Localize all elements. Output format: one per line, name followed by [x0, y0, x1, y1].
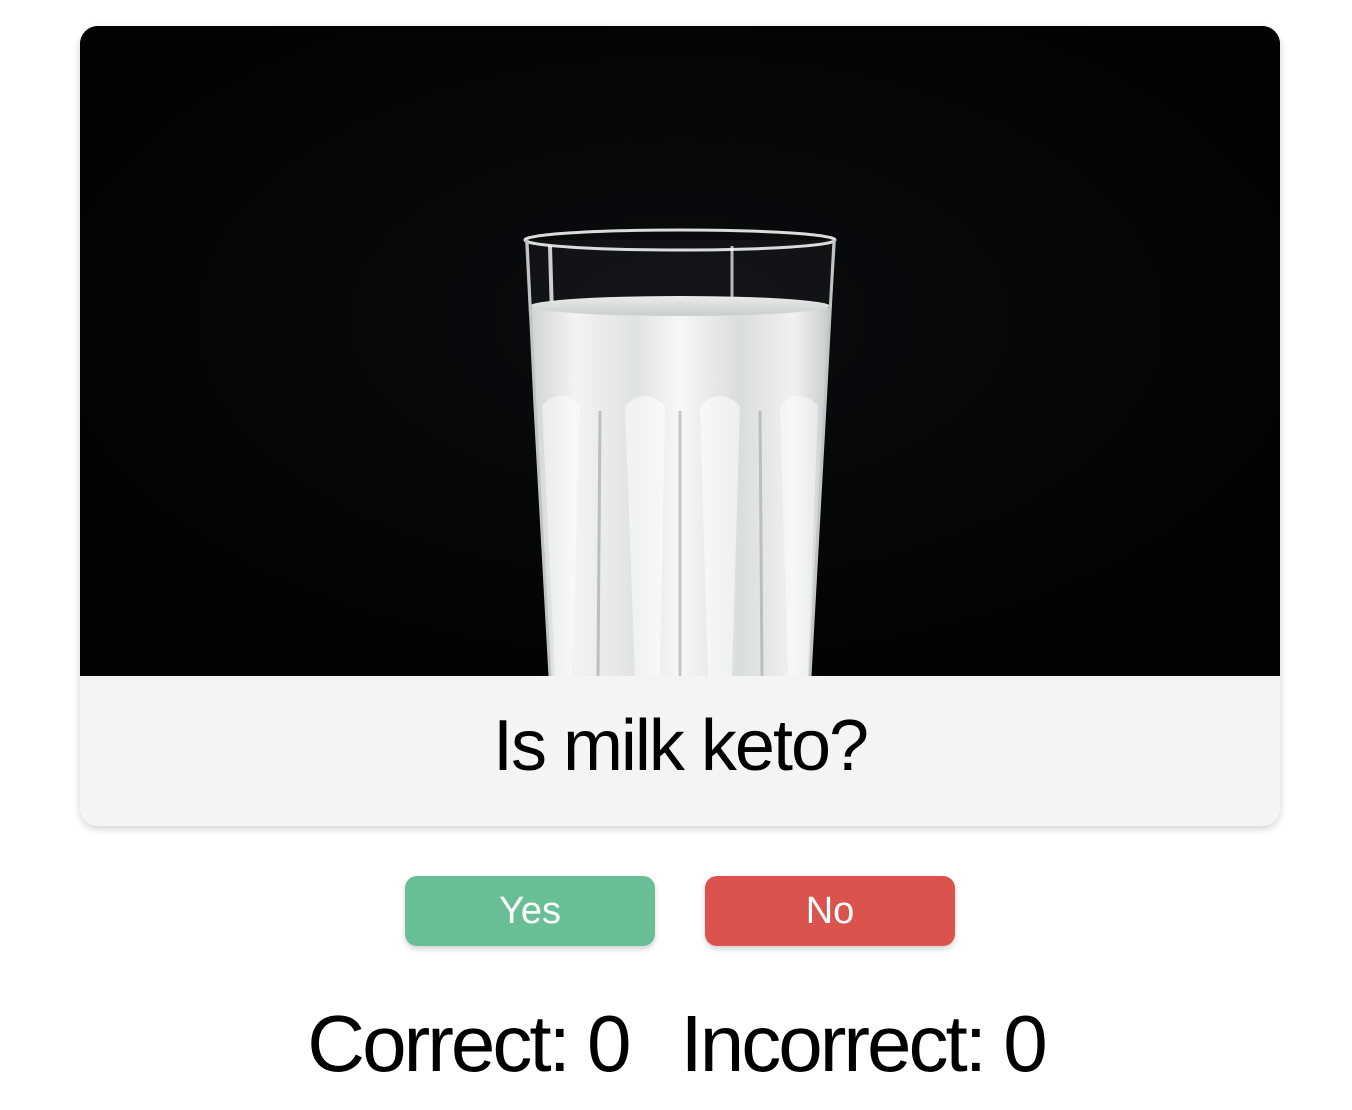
score-display: Correct: 0 Incorrect: 0	[0, 1004, 1352, 1084]
incorrect-score: Incorrect: 0	[681, 1004, 1048, 1084]
correct-label: Correct:	[307, 999, 570, 1088]
question-bar: Is milk keto?	[80, 676, 1280, 826]
milk-glass-image	[80, 26, 1280, 676]
incorrect-label: Incorrect:	[680, 999, 987, 1088]
correct-score: Correct: 0	[307, 1004, 631, 1084]
correct-value: 0	[587, 999, 631, 1088]
no-button[interactable]: No	[705, 876, 955, 946]
yes-button[interactable]: Yes	[405, 876, 655, 946]
glass-of-milk-illustration	[80, 26, 1280, 676]
answer-buttons: Yes No	[0, 876, 1352, 946]
question-text: Is milk keto?	[492, 706, 869, 786]
incorrect-value: 0	[1003, 999, 1047, 1088]
quiz-card: Is milk keto?	[80, 26, 1280, 826]
